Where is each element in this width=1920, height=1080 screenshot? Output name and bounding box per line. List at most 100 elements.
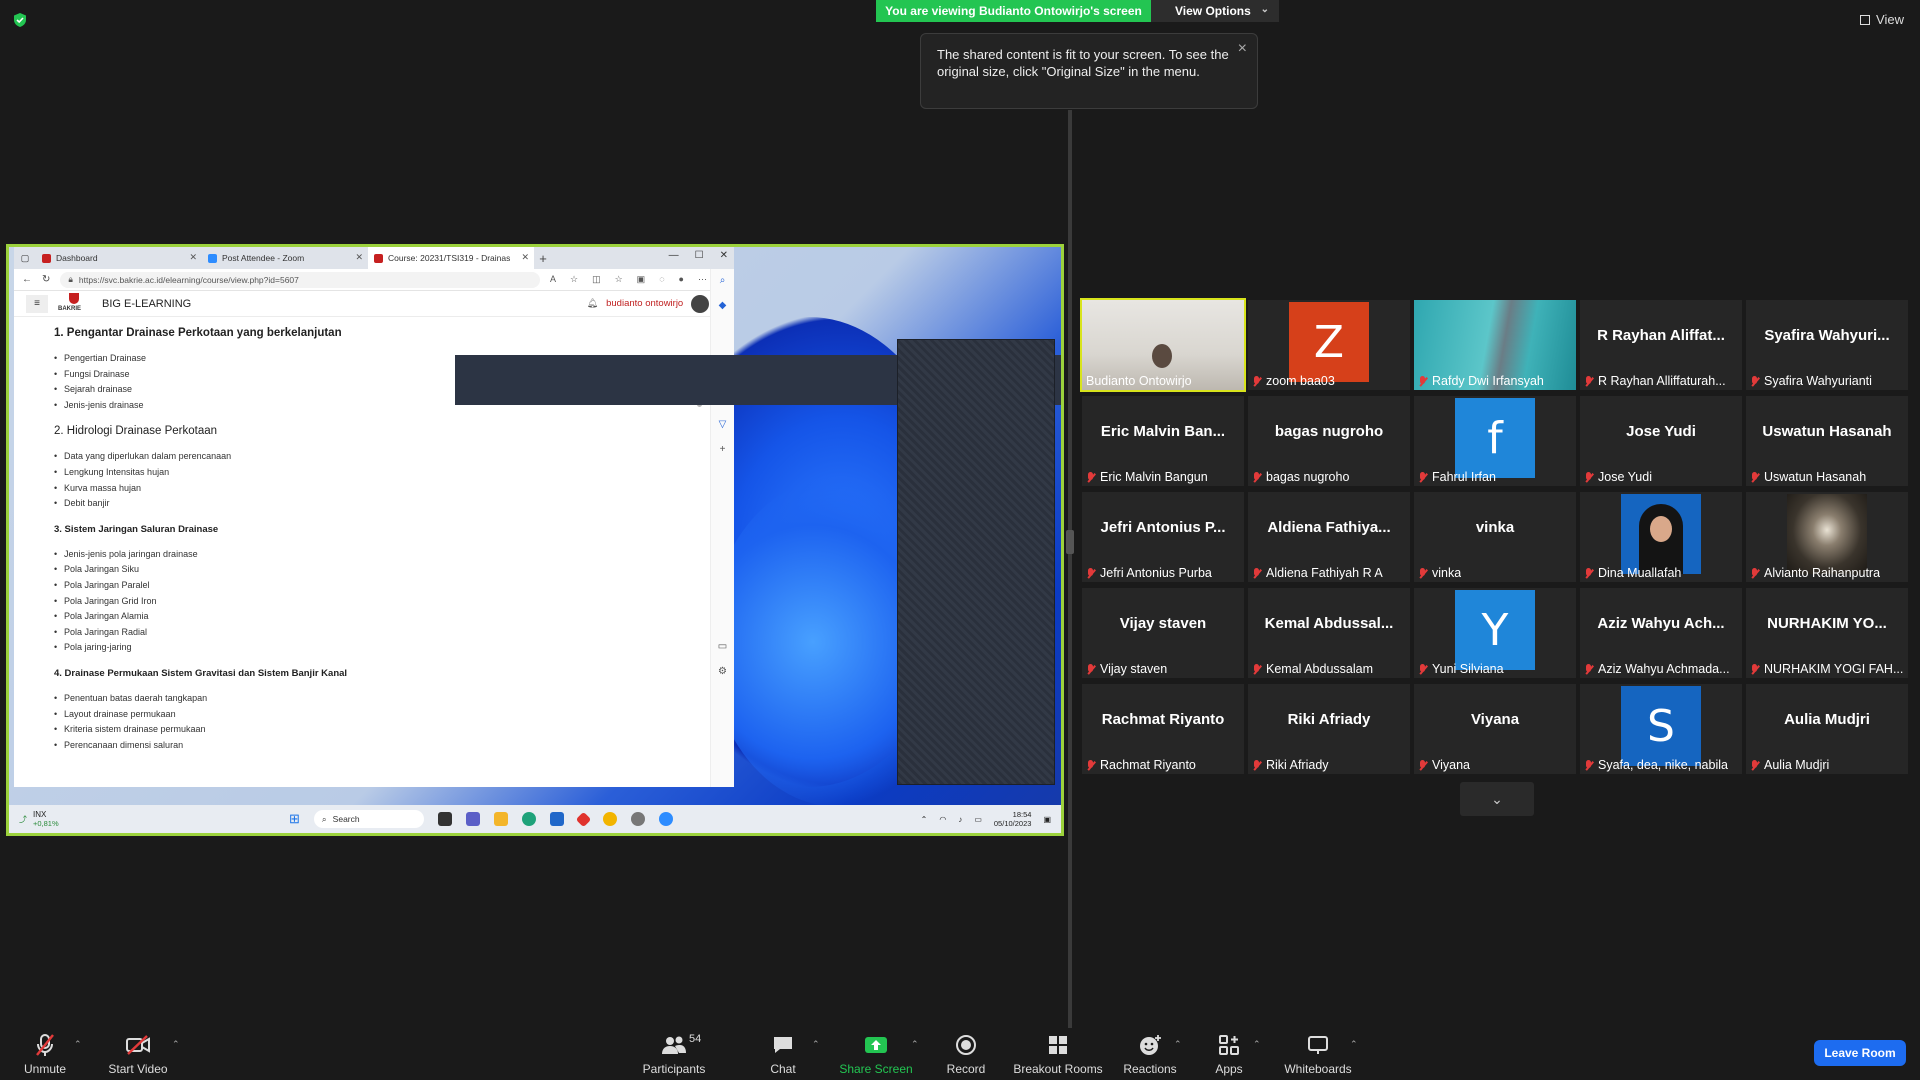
edge-icon[interactable] bbox=[521, 812, 536, 826]
view-options-button[interactable]: View Options ⌄ bbox=[1151, 0, 1279, 22]
minimize-icon[interactable]: — bbox=[669, 250, 679, 261]
close-icon[interactable]: × bbox=[1238, 40, 1247, 57]
taskbar-clock[interactable]: 18:54 05/10/2023 bbox=[994, 810, 1032, 828]
participant-tile[interactable]: bagas nugroho bagas nugroho bbox=[1248, 396, 1410, 486]
taskbar-widget[interactable]: ⤴ INX +0,81% bbox=[19, 810, 289, 828]
section-item[interactable]: Lengkung Intensitas hujan bbox=[54, 465, 654, 481]
browser-tab-active[interactable]: Course: 20231/TSI319 - Drainase ✕ bbox=[368, 247, 534, 269]
bakrie-logo[interactable]: BAKRIE bbox=[58, 292, 92, 315]
drop-icon[interactable]: ▽ bbox=[719, 419, 727, 430]
breakout-rooms-button[interactable]: Breakout Rooms bbox=[1013, 1028, 1103, 1080]
participant-tile[interactable]: Alvianto Raihanputra bbox=[1746, 492, 1908, 582]
url-field[interactable]: 🔒︎ https://svc.bakrie.ac.id/elearning/co… bbox=[60, 271, 540, 288]
section-item[interactable]: Pola jaring-jaring bbox=[54, 640, 654, 656]
section-title[interactable]: 4. Drainase Permukaan Sistem Gravitasi d… bbox=[54, 668, 654, 679]
section-item[interactable]: Layout drainase permukaan bbox=[54, 707, 654, 723]
favorites-icon[interactable]: ☆ bbox=[615, 274, 623, 285]
store-icon[interactable] bbox=[549, 812, 564, 826]
browser-tab[interactable]: Dashboard ✕ bbox=[36, 247, 202, 269]
divider-drag-handle[interactable] bbox=[1066, 530, 1074, 554]
section-item[interactable]: Kurva massa hujan bbox=[54, 481, 654, 497]
favorite-star-icon[interactable]: ☆ bbox=[570, 274, 578, 285]
taskbar-search[interactable]: ⌕ Search bbox=[313, 810, 424, 828]
tab-close-icon[interactable]: ✕ bbox=[189, 252, 197, 263]
participant-tile[interactable]: Y Yuni Silviana bbox=[1414, 588, 1576, 678]
tab-close-icon[interactable]: ✕ bbox=[521, 252, 529, 263]
participant-tile[interactable]: Jose Yudi Jose Yudi bbox=[1580, 396, 1742, 486]
bell-icon[interactable]: 🔔︎ bbox=[587, 298, 598, 309]
view-layout-button[interactable]: View bbox=[1860, 12, 1904, 27]
settings-icon[interactable] bbox=[630, 812, 645, 826]
section-item[interactable]: Kriteria sistem drainase permukaan bbox=[54, 722, 654, 738]
split-divider[interactable] bbox=[1068, 110, 1072, 1028]
teams-icon[interactable] bbox=[465, 812, 480, 826]
wifi-icon[interactable]: ◠ bbox=[939, 815, 946, 824]
extensions-icon[interactable]: ◌ bbox=[659, 274, 664, 285]
red-app-icon[interactable] bbox=[575, 811, 592, 827]
participant-tile[interactable]: vinka vinka bbox=[1414, 492, 1576, 582]
more-menu-icon[interactable]: ⋯ bbox=[698, 274, 707, 285]
participant-tile[interactable]: Aziz Wahyu Ach... Aziz Wahyu Achmada... bbox=[1580, 588, 1742, 678]
section-item[interactable]: Data yang diperlukan dalam perencanaan bbox=[54, 449, 654, 465]
close-window-icon[interactable]: ✕ bbox=[720, 250, 728, 261]
file-explorer-icon[interactable] bbox=[493, 812, 508, 826]
participant-tile[interactable]: Riki Afriady Riki Afriady bbox=[1248, 684, 1410, 774]
whiteboards-caret-icon[interactable]: ⌃ bbox=[1350, 1039, 1358, 1050]
apps-button[interactable]: Apps bbox=[1212, 1028, 1246, 1080]
participant-tile[interactable]: Uswatun Hasanah Uswatun Hasanah bbox=[1746, 396, 1908, 486]
section-title[interactable]: 2. Hidrologi Drainase Perkotaan bbox=[54, 425, 654, 437]
section-title[interactable]: 1. Pengantar Drainase Perkotaan yang ber… bbox=[54, 327, 654, 339]
section-item[interactable]: Debit banjir bbox=[54, 496, 654, 512]
chrome-icon[interactable] bbox=[602, 812, 617, 826]
apps-caret-icon[interactable]: ⌃ bbox=[1253, 1039, 1261, 1050]
search-icon[interactable]: ⌕ bbox=[720, 275, 726, 286]
start-video-button[interactable]: Start Video bbox=[106, 1028, 170, 1080]
sidebar-layout-icon[interactable]: ▭ bbox=[718, 641, 727, 652]
notification-icon[interactable]: ▣ bbox=[1043, 815, 1051, 824]
record-button[interactable]: Record bbox=[944, 1028, 988, 1080]
windows-start-icon[interactable]: ⊞ bbox=[289, 811, 300, 827]
tab-close-icon[interactable]: ✕ bbox=[355, 252, 363, 263]
participant-tile[interactable]: Syafira Wahyuri... Syafira Wahyurianti bbox=[1746, 300, 1908, 390]
participant-tile[interactable]: Vijay staven Vijay staven bbox=[1082, 588, 1244, 678]
refresh-icon[interactable]: ↻ bbox=[42, 274, 50, 285]
section-item[interactable]: Pola Jaringan Radial bbox=[54, 625, 654, 641]
section-item[interactable]: Perencanaan dimensi saluran bbox=[54, 738, 654, 754]
browser-tab[interactable]: Post Attendee - Zoom ✕ bbox=[202, 247, 368, 269]
participant-tile[interactable]: Dina Muallafah bbox=[1580, 492, 1742, 582]
share-screen-button[interactable]: Share Screen bbox=[839, 1028, 913, 1080]
participant-tile[interactable]: S Syafa, dea, nike, nabila bbox=[1580, 684, 1742, 774]
zoom-app-icon[interactable] bbox=[658, 812, 673, 826]
participant-tile[interactable]: Jefri Antonius P... Jefri Antonius Purba bbox=[1082, 492, 1244, 582]
section-item[interactable]: Pola Jaringan Grid Iron bbox=[54, 594, 654, 610]
tag-icon[interactable]: ◆ bbox=[719, 300, 727, 311]
site-name[interactable]: BIG E-LEARNING bbox=[102, 298, 191, 310]
section-item[interactable]: Pola Jaringan Alamia bbox=[54, 609, 654, 625]
task-view-icon[interactable] bbox=[437, 812, 452, 826]
collections-icon[interactable]: ▣ bbox=[637, 274, 646, 285]
section-item[interactable]: Penentuan batas daerah tangkapan bbox=[54, 691, 654, 707]
user-name[interactable]: budianto ontowirjo bbox=[606, 298, 683, 309]
participant-tile[interactable]: Eric Malvin Ban... Eric Malvin Bangun bbox=[1082, 396, 1244, 486]
participant-tile[interactable]: Rachmat Riyanto Rachmat Riyanto bbox=[1082, 684, 1244, 774]
profile-icon[interactable]: ● bbox=[679, 274, 684, 285]
participant-tile[interactable]: Zzoom baa03 bbox=[1248, 300, 1410, 390]
read-aloud-icon[interactable]: A bbox=[550, 274, 556, 285]
settings-gear-icon[interactable]: ⚙︎ bbox=[718, 666, 727, 677]
participant-tile[interactable]: NURHAKIM YO... NURHAKIM YOGI FAH... bbox=[1746, 588, 1908, 678]
reactions-button[interactable]: Reactions bbox=[1123, 1028, 1177, 1080]
audio-options-caret-icon[interactable]: ⌃ bbox=[74, 1039, 82, 1050]
user-avatar[interactable] bbox=[691, 294, 710, 313]
section-title[interactable]: 3. Sistem Jaringan Saluran Drainase bbox=[54, 524, 654, 535]
share-options-caret-icon[interactable]: ⌃ bbox=[911, 1039, 919, 1050]
unmute-button[interactable]: Unmute bbox=[22, 1028, 68, 1080]
volume-icon[interactable]: ♪ bbox=[958, 815, 962, 824]
participant-tile[interactable]: f Fahrul Irfan bbox=[1414, 396, 1576, 486]
participant-tile[interactable]: Viyana Viyana bbox=[1414, 684, 1576, 774]
participant-tile[interactable]: Aulia Mudjri Aulia Mudjri bbox=[1746, 684, 1908, 774]
split-screen-icon[interactable]: ◫ bbox=[592, 274, 601, 285]
new-tab-icon[interactable]: + bbox=[534, 247, 552, 269]
hamburger-menu-icon[interactable]: ≡ bbox=[26, 294, 48, 313]
tab-actions-icon[interactable]: ▢ bbox=[14, 247, 36, 269]
chat-options-caret-icon[interactable]: ⌃ bbox=[812, 1039, 820, 1050]
